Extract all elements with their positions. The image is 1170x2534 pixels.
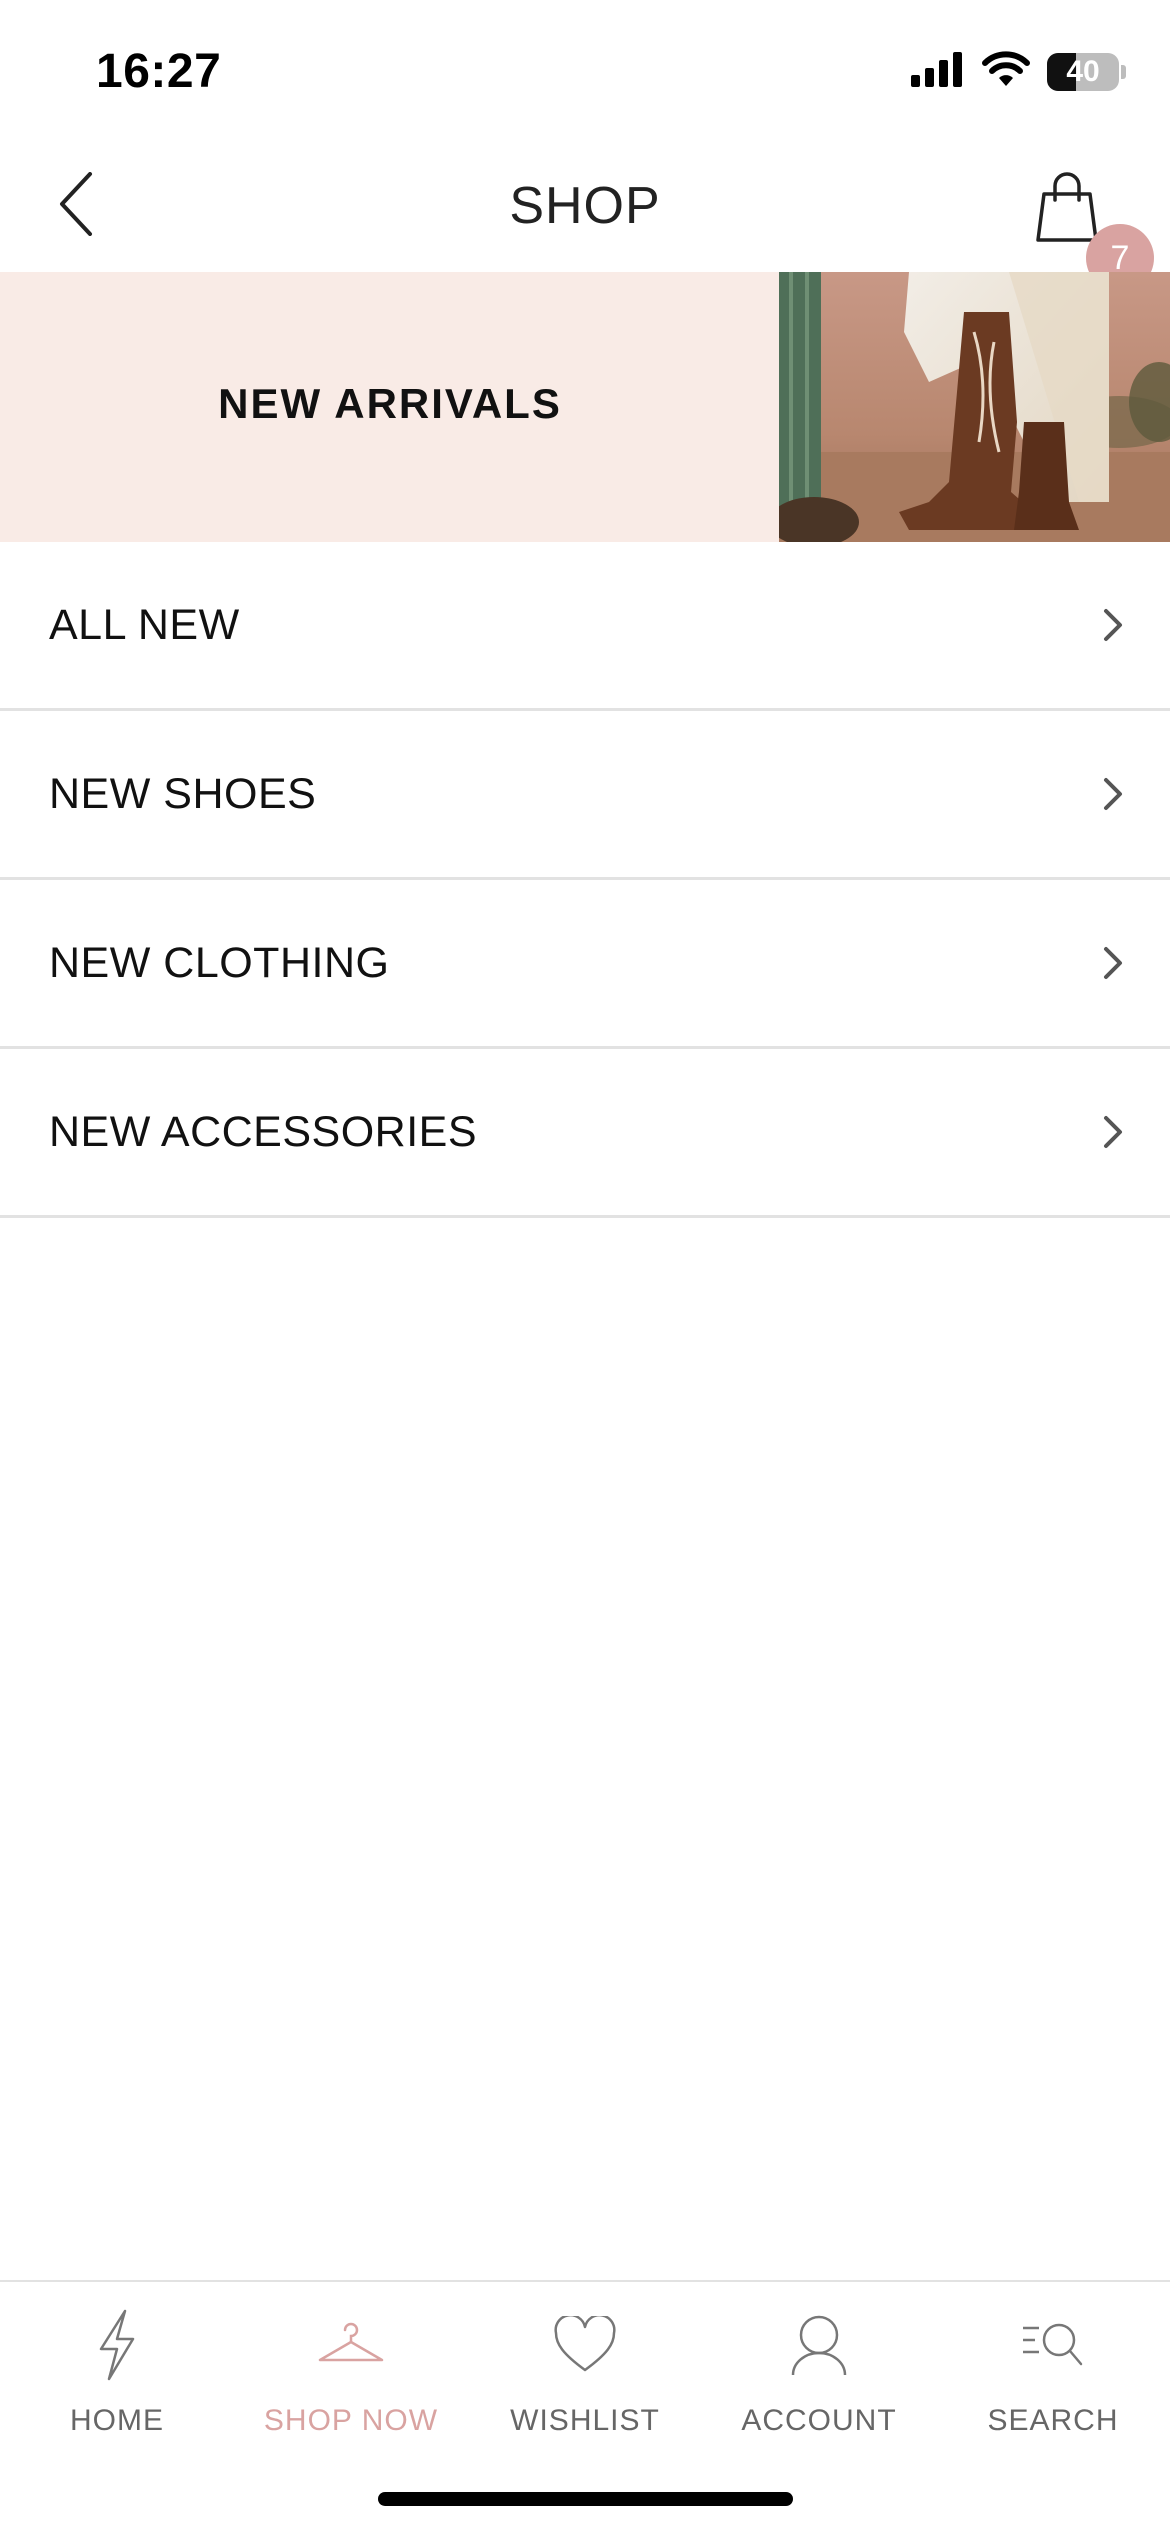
- hanger-icon: [316, 2304, 386, 2386]
- category-label: ALL NEW: [49, 600, 240, 649]
- wifi-icon: [981, 50, 1031, 93]
- tab-shop-now[interactable]: SHOP NOW: [234, 2304, 468, 2454]
- tab-search[interactable]: SEARCH: [936, 2304, 1170, 2454]
- category-item-new-accessories[interactable]: NEW ACCESSORIES: [0, 1049, 1170, 1218]
- battery-level-text: 40: [1066, 54, 1100, 88]
- category-item-new-shoes[interactable]: NEW SHOES: [0, 711, 1170, 880]
- chevron-right-icon: [1104, 1116, 1122, 1148]
- status-icons: 40: [911, 50, 1126, 93]
- page-title: SHOP: [509, 177, 661, 235]
- category-label: NEW CLOTHING: [49, 938, 390, 987]
- heart-icon: [553, 2304, 617, 2386]
- category-item-new-clothing[interactable]: NEW CLOTHING: [0, 880, 1170, 1049]
- chevron-right-icon: [1104, 778, 1122, 810]
- bottom-tab-bar: HOME SHOP NOW WISHLIST ACCOUNT SEARCH: [0, 2280, 1170, 2534]
- search-icon: [1021, 2304, 1085, 2386]
- tab-home[interactable]: HOME: [0, 2304, 234, 2454]
- banner-boots-image: [779, 272, 1170, 542]
- user-icon: [789, 2304, 849, 2386]
- battery-tip: [1121, 64, 1126, 79]
- new-arrivals-banner[interactable]: NEW ARRIVALS: [0, 272, 1170, 542]
- chevron-right-icon: [1104, 609, 1122, 641]
- tab-label: SHOP NOW: [263, 2404, 439, 2437]
- tab-label: ACCOUNT: [741, 2404, 897, 2437]
- home-indicator[interactable]: [378, 2492, 793, 2506]
- battery-icon: 40: [1047, 52, 1119, 91]
- category-item-all-new[interactable]: ALL NEW: [0, 542, 1170, 711]
- lightning-bolt-icon: [95, 2304, 139, 2386]
- tab-label: SEARCH: [987, 2404, 1119, 2437]
- category-list: ALL NEW NEW SHOES NEW CLOTHING NEW ACCES…: [0, 542, 1170, 1218]
- cellular-signal-icon: [911, 51, 965, 92]
- cart-button[interactable]: 7: [1022, 162, 1162, 292]
- tab-wishlist[interactable]: WISHLIST: [468, 2304, 702, 2454]
- chevron-right-icon: [1104, 947, 1122, 979]
- shopping-bag-icon: [1034, 170, 1100, 247]
- status-bar: 16:27 40: [0, 0, 1170, 140]
- tab-account[interactable]: ACCOUNT: [702, 2304, 936, 2454]
- banner-title: NEW ARRIVALS: [218, 380, 562, 427]
- tab-label: WISHLIST: [510, 2404, 660, 2437]
- tab-label: HOME: [70, 2404, 164, 2437]
- status-time: 16:27: [96, 45, 222, 98]
- navigation-header: SHOP 7: [0, 140, 1170, 292]
- category-label: NEW SHOES: [49, 769, 317, 818]
- category-label: NEW ACCESSORIES: [49, 1107, 478, 1156]
